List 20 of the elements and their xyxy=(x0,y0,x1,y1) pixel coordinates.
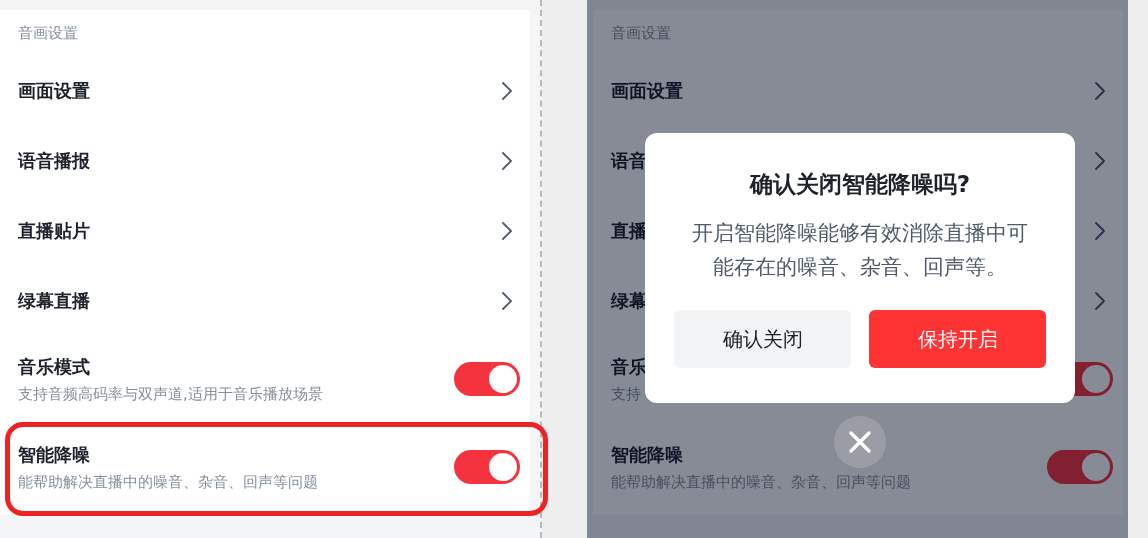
item-title: 直播贴片 xyxy=(18,219,90,243)
item-title: 智能降噪 xyxy=(611,442,683,467)
item-title: 语音播报 xyxy=(18,149,90,173)
item-title: 音乐 xyxy=(611,354,647,379)
item-title: 绿幕直播 xyxy=(18,289,90,313)
dialog-title: 确认关闭智能降噪吗? xyxy=(749,170,971,199)
item-title: 音乐模式 xyxy=(18,354,90,379)
item-title: 智能降噪 xyxy=(18,442,90,467)
item-description: 能帮助解决直播中的噪音、杂音、回声等问题 xyxy=(611,472,911,492)
item-title: 语音 xyxy=(611,149,647,173)
item-title: 画面设置 xyxy=(18,79,90,103)
item-title: 画面设置 xyxy=(611,79,683,103)
section-title: 音画设置 xyxy=(611,23,672,44)
dialog-message: 开启智能降噪能够有效消除直播中可能存在的噪音、杂音、回声等。 xyxy=(691,220,1029,281)
item-description: 支持 xyxy=(611,384,641,404)
item-title: 绿幕 xyxy=(611,289,647,313)
item-description: 能帮助解决直播中的噪音、杂音、回声等问题 xyxy=(18,472,318,492)
section-title: 音画设置 xyxy=(18,23,79,44)
item-description: 支持音频高码率与双声道,适用于音乐播放场景 xyxy=(18,384,323,404)
item-title: 直播 xyxy=(611,219,647,243)
